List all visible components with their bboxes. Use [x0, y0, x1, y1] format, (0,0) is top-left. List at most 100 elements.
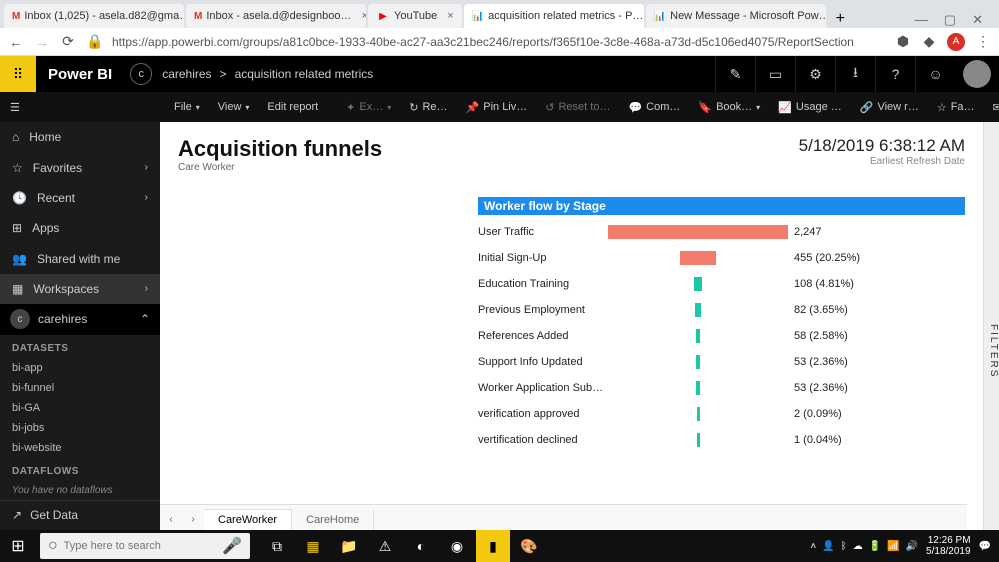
usage-button[interactable]: 📈 Usage … [772, 101, 848, 114]
download-icon[interactable]: ⭳ [835, 56, 875, 92]
file-menu[interactable]: File▾ [168, 101, 206, 113]
browser-tab[interactable]: MInbox - asela.d@designboo…× [186, 4, 366, 28]
back-icon[interactable]: ← [8, 34, 24, 50]
report-canvas[interactable]: Acquisition funnels Care Worker 5/18/201… [160, 122, 983, 530]
fullscreen-icon[interactable]: ▭ [755, 56, 795, 92]
dataset-item[interactable]: bi-website [0, 438, 160, 458]
file-explorer-icon[interactable]: 📁 [332, 530, 366, 562]
dataset-item[interactable]: bi-GA [0, 398, 160, 418]
funnel-category-label: verification approved [478, 408, 608, 420]
report-tab[interactable]: CareWorker [204, 509, 292, 530]
taskbar-app-icon[interactable]: ⚠ [368, 530, 402, 562]
funnel-row[interactable]: References Added58 (2.58%) [478, 325, 965, 347]
settings-icon[interactable]: ⚙ [795, 56, 835, 92]
funnel-row[interactable]: verification approved2 (0.09%) [478, 403, 965, 425]
workspace-selector[interactable]: ccarehires⌃ [0, 304, 160, 334]
sidebar-item-favorites[interactable]: ☆Favorites› [0, 152, 160, 182]
maximize-icon[interactable]: ▢ [944, 12, 956, 28]
volume-icon[interactable]: 🔊 [906, 541, 918, 552]
task-view-icon[interactable]: ⧉ [260, 530, 294, 562]
reset-button[interactable]: ↺ Reset to… [539, 101, 616, 114]
taskbar-app-icon[interactable]: 🎨 [512, 530, 546, 562]
bluetooth-icon[interactable]: ᛒ [841, 541, 847, 552]
minimize-icon[interactable]: — [915, 12, 928, 28]
comments-button[interactable]: 💬 Com… [622, 101, 686, 114]
funnel-row[interactable]: Previous Employment82 (3.65%) [478, 299, 965, 321]
edit-icon[interactable]: ✎ [715, 56, 755, 92]
breadcrumb-report[interactable]: acquisition related metrics [235, 67, 374, 81]
profile-avatar[interactable]: A [947, 33, 965, 51]
funnel-row[interactable]: Initial Sign-Up455 (20.25%) [478, 247, 965, 269]
funnel-row[interactable]: Support Info Updated53 (2.36%) [478, 351, 965, 373]
app-launcher-icon[interactable]: ⠿ [0, 56, 36, 92]
funnel-row[interactable]: vertification declined1 (0.04%) [478, 429, 965, 451]
extension-icon[interactable]: ◆ [921, 33, 937, 50]
taskbar-app-icon[interactable]: ◐ [404, 530, 438, 562]
page-next-button[interactable]: › [182, 508, 204, 530]
tray-up-icon[interactable]: ˄ [810, 541, 816, 552]
workspace-avatar[interactable]: c [130, 63, 152, 85]
close-icon[interactable]: × [447, 10, 453, 22]
bookmarks-button[interactable]: 🔖 Book… ▾ [692, 101, 766, 114]
pin-live-button[interactable]: 📌 Pin Liv… [460, 101, 534, 114]
browser-tab[interactable]: 📊New Message - Microsoft Pow…× [646, 4, 826, 28]
people-icon[interactable]: 👤 [822, 541, 834, 552]
taskbar-clock[interactable]: 12:26 PM 5/18/2019 [926, 535, 971, 557]
start-button[interactable]: ⊞ [0, 530, 36, 562]
funnel-row[interactable]: Education Training108 (4.81%) [478, 273, 965, 295]
extension-icon[interactable]: ⬢ [895, 33, 911, 50]
breadcrumb-workspace[interactable]: carehires [162, 67, 211, 81]
menu-icon[interactable]: ⋮ [975, 33, 991, 50]
new-tab-button[interactable]: + [828, 10, 853, 28]
subscribe-button[interactable]: ✉ Sub… [987, 101, 999, 114]
edit-report-button[interactable]: Edit report [261, 101, 324, 113]
help-icon[interactable]: ? [875, 56, 915, 92]
browser-tab-active[interactable]: 📊acquisition related metrics - P…× [464, 4, 644, 28]
notifications-icon[interactable]: 💬 [979, 541, 991, 552]
sidebar-item-workspaces[interactable]: ▦Workspaces› [0, 274, 160, 304]
system-tray[interactable]: ˄ 👤 ᛒ ☁ 🔋 📶 🔊 [810, 541, 918, 552]
funnel-row[interactable]: User Traffic2,247 [478, 221, 965, 243]
dataset-item[interactable]: bi-funnel [0, 378, 160, 398]
onedrive-icon[interactable]: ☁ [853, 541, 863, 552]
taskbar-search[interactable]: ○ 🎤 [40, 533, 250, 559]
taskbar-app-icon[interactable]: ▮ [476, 530, 510, 562]
battery-icon[interactable]: 🔋 [869, 541, 881, 552]
feedback-icon[interactable]: ☺ [915, 56, 955, 92]
funnel-row[interactable]: Worker Application Submi…53 (2.36%) [478, 377, 965, 399]
dataset-item[interactable]: bi-jobs [0, 418, 160, 438]
view-related-button[interactable]: 🔗 View r… [854, 101, 925, 114]
forward-icon[interactable]: → [34, 34, 50, 50]
page-prev-button[interactable]: ‹ [160, 508, 182, 530]
lock-icon[interactable]: 🔒 [86, 33, 102, 50]
browser-tab[interactable]: MInbox (1,025) - asela.d82@gma…× [4, 4, 184, 28]
get-data-button[interactable]: ↗Get Data [0, 500, 160, 530]
chrome-icon[interactable]: ◉ [440, 530, 474, 562]
browser-tab-strip: MInbox (1,025) - asela.d82@gma…× MInbox … [0, 0, 999, 28]
sidebar-item-recent[interactable]: 🕓Recent› [0, 183, 160, 213]
chevron-right-icon: › [145, 192, 148, 203]
refresh-button[interactable]: ↻ Re… [403, 101, 453, 114]
sidebar-item-apps[interactable]: ⊞Apps [0, 213, 160, 243]
report-tab[interactable]: CareHome [292, 510, 374, 530]
chart-visual[interactable]: Worker flow by Stage User Traffic2,247In… [160, 177, 983, 463]
close-window-icon[interactable]: ✕ [972, 12, 983, 28]
sidebar-item-home[interactable]: ⌂Home [0, 122, 160, 152]
sidebar-item-shared[interactable]: 👥Shared with me [0, 243, 160, 273]
filters-pane-toggle[interactable]: FILTERS [983, 122, 999, 530]
favorite-button[interactable]: ☆ Fa… [931, 101, 981, 114]
menu-icon[interactable]: ☰ [10, 101, 26, 114]
explore-button[interactable]: ✦ Ex…▾ [340, 101, 397, 114]
browser-tab[interactable]: ▶YouTube× [368, 4, 462, 28]
close-icon[interactable]: × [361, 10, 366, 22]
reload-icon[interactable]: ⟳ [60, 33, 76, 50]
user-avatar[interactable] [963, 60, 991, 88]
mic-icon[interactable]: 🎤 [222, 536, 242, 556]
search-input[interactable] [64, 540, 222, 552]
taskbar-app-icon[interactable]: ▦ [296, 530, 330, 562]
page-subtitle: Care Worker [178, 162, 382, 173]
wifi-icon[interactable]: 📶 [887, 541, 899, 552]
url-text[interactable]: https://app.powerbi.com/groups/a81c0bce-… [112, 35, 885, 49]
view-menu[interactable]: View▾ [212, 101, 256, 113]
dataset-item[interactable]: bi-app [0, 358, 160, 378]
